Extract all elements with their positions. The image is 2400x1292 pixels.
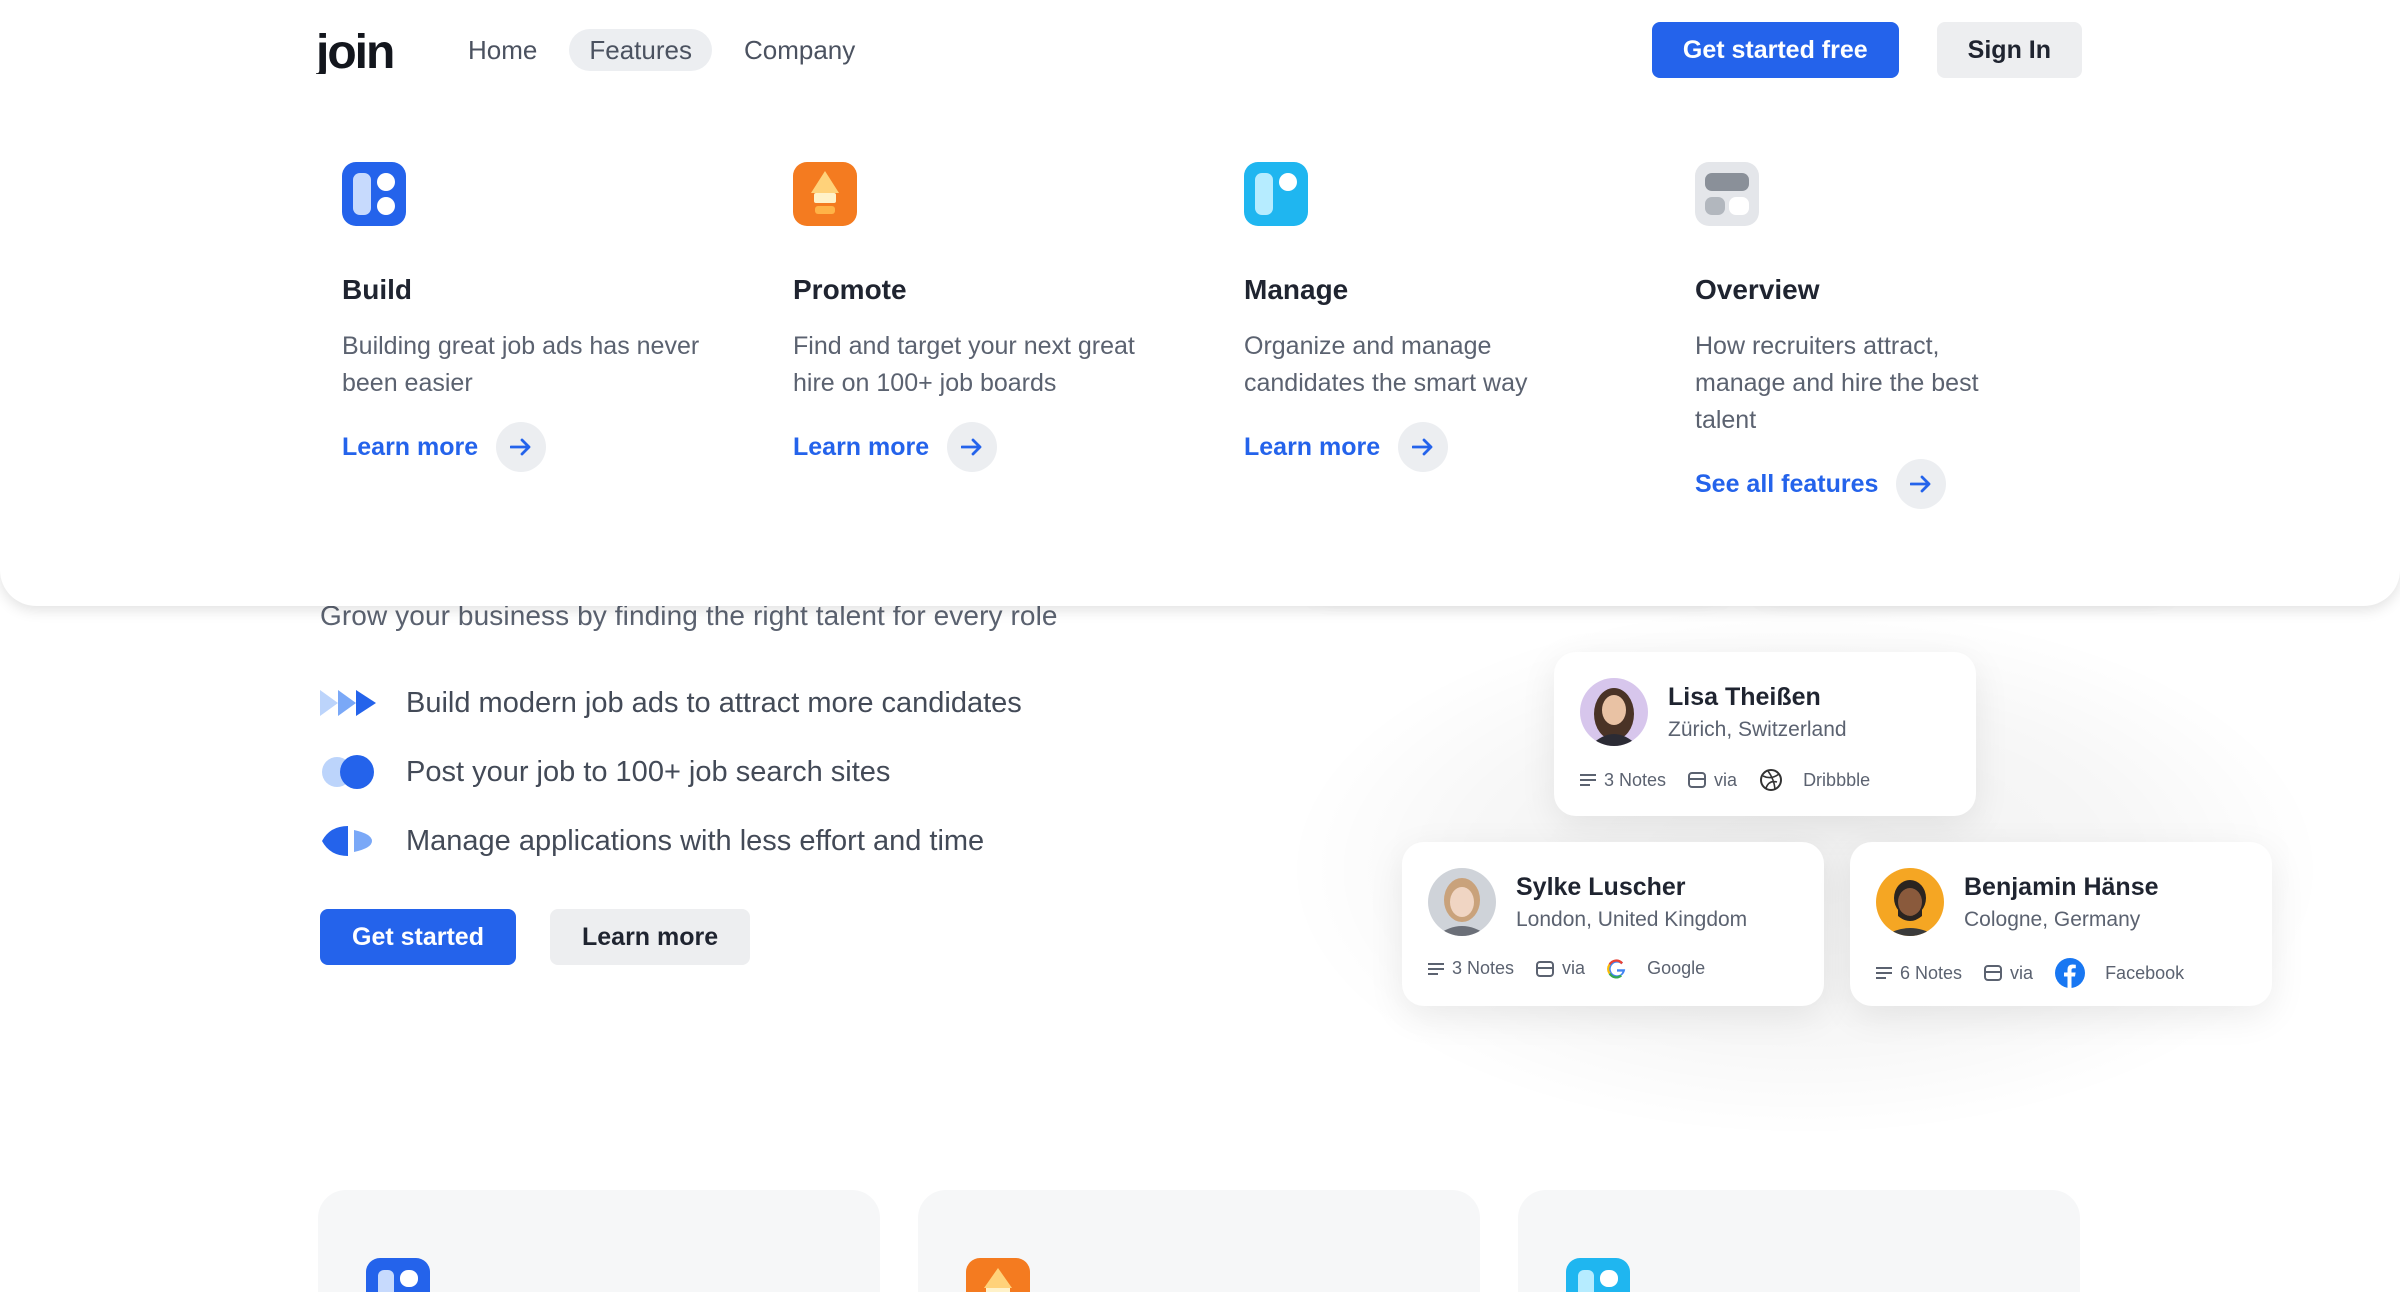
feature-title: Build xyxy=(342,274,412,305)
menu-feature-promote: Promote Find and target your next great … xyxy=(793,162,1193,472)
notes-icon xyxy=(1876,967,1892,979)
source-dribbble: Dribbble xyxy=(1759,768,1870,792)
candidate-name: Lisa Theißen xyxy=(1668,682,1821,711)
promote-icon xyxy=(966,1258,1030,1292)
inbox-icon xyxy=(1984,965,2003,981)
inbox-icon xyxy=(1536,960,1555,977)
nav-features[interactable]: Features xyxy=(569,29,712,71)
fast-forward-icon xyxy=(320,683,384,723)
arrow-right-icon[interactable] xyxy=(496,422,547,472)
facebook-icon xyxy=(2055,958,2086,988)
avatar xyxy=(1428,868,1496,936)
feature-description: Building great job ads has never been ea… xyxy=(342,332,700,397)
nav-links: Home Features Company xyxy=(448,29,875,71)
learn-more-link[interactable]: Learn more xyxy=(342,422,742,472)
manage-icon xyxy=(1244,162,1308,226)
source-facebook: Facebook xyxy=(2055,958,2184,988)
source-via: via xyxy=(1688,770,1737,791)
feature-card-manage xyxy=(1518,1190,2080,1292)
bullet-item: Post your job to 100+ job search sites xyxy=(320,749,1022,795)
build-icon xyxy=(366,1258,430,1292)
candidate-card[interactable]: Sylke Luscher London, United Kingdom 3 N… xyxy=(1402,842,1824,1006)
candidate-name: Benjamin Hänse xyxy=(1964,872,2159,901)
candidate-cards: Lisa Theißen Zürich, Switzerland 3 Notes… xyxy=(1240,524,2360,1160)
bullet-item: Manage applications with less effort and… xyxy=(320,818,1022,864)
learn-more-button[interactable]: Learn more xyxy=(549,909,751,965)
diamond-icon xyxy=(320,821,384,861)
source-via: via xyxy=(1984,963,2033,984)
google-icon xyxy=(1607,958,1626,979)
nav-actions: Get started free Sign In xyxy=(1651,22,2082,78)
top-navbar: join Home Features Company Get started f… xyxy=(0,0,2400,100)
build-icon xyxy=(342,162,406,226)
learn-more-link[interactable]: Learn more xyxy=(1244,422,1644,472)
source-via: via xyxy=(1536,958,1585,979)
feature-description: Organize and manage candidates the smart… xyxy=(1244,332,1528,397)
candidate-card[interactable]: Benjamin Hänse Cologne, Germany 6 Notes … xyxy=(1850,842,2272,1006)
candidate-location: London, United Kingdom xyxy=(1516,907,1748,931)
candidate-location: Cologne, Germany xyxy=(1964,907,2141,931)
bullet-text: Post your job to 100+ job search sites xyxy=(406,755,891,788)
menu-feature-manage: Manage Organize and manage candidates th… xyxy=(1244,162,1644,472)
dribbble-icon xyxy=(1760,769,1783,791)
notes-icon xyxy=(1580,774,1596,786)
svg-text:join: join xyxy=(316,26,393,74)
avatar xyxy=(1876,868,1944,936)
nav-company[interactable]: Company xyxy=(724,29,875,71)
feature-title: Promote xyxy=(793,274,907,305)
get-started-free-button[interactable]: Get started free xyxy=(1651,22,1899,78)
feature-title: Overview xyxy=(1695,274,1820,305)
feature-card-promote xyxy=(918,1190,1480,1292)
hero-bullets: Build modern job ads to attract more can… xyxy=(320,680,1022,887)
bullet-text: Manage applications with less effort and… xyxy=(406,824,985,857)
feature-description: Find and target your next great hire on … xyxy=(793,332,1135,397)
join-logo[interactable]: join xyxy=(315,24,408,79)
notes-count: 3 Notes xyxy=(1580,770,1666,791)
feature-description: How recruiters attract, manage and hire … xyxy=(1695,332,1979,434)
candidate-name: Sylke Luscher xyxy=(1516,872,1686,901)
features-mega-menu: join Home Features Company Get started f… xyxy=(0,0,2400,606)
overview-icon xyxy=(1695,162,1759,226)
learn-more-link[interactable]: Learn more xyxy=(793,422,1193,472)
hero-buttons: Get started Learn more xyxy=(320,909,751,965)
promote-icon xyxy=(793,162,857,226)
toggle-icon xyxy=(320,752,384,792)
notes-count: 6 Notes xyxy=(1876,963,1962,984)
arrow-right-icon[interactable] xyxy=(947,422,998,472)
arrow-right-icon[interactable] xyxy=(1398,422,1449,472)
feature-card-build xyxy=(318,1190,880,1292)
candidate-location: Zürich, Switzerland xyxy=(1668,717,1847,741)
bullet-item: Build modern job ads to attract more can… xyxy=(320,680,1022,726)
get-started-button[interactable]: Get started xyxy=(320,909,516,965)
source-google: Google xyxy=(1607,958,1705,979)
arrow-right-icon[interactable] xyxy=(1896,459,1947,509)
inbox-icon xyxy=(1688,772,1707,788)
avatar xyxy=(1580,678,1648,746)
nav-home[interactable]: Home xyxy=(448,29,557,71)
sign-in-button[interactable]: Sign In xyxy=(1936,22,2082,78)
notes-icon xyxy=(1428,962,1444,975)
menu-feature-overview: Overview How recruiters attract, manage … xyxy=(1695,162,2095,509)
bullet-text: Build modern job ads to attract more can… xyxy=(406,686,1022,719)
notes-count: 3 Notes xyxy=(1428,958,1514,979)
feature-title: Manage xyxy=(1244,274,1349,305)
manage-icon xyxy=(1566,1258,1630,1292)
see-all-features-link[interactable]: See all features xyxy=(1695,459,2095,509)
menu-feature-build: Build Building great job ads has never b… xyxy=(342,162,742,472)
candidate-card[interactable]: Lisa Theißen Zürich, Switzerland 3 Notes… xyxy=(1554,652,1976,816)
